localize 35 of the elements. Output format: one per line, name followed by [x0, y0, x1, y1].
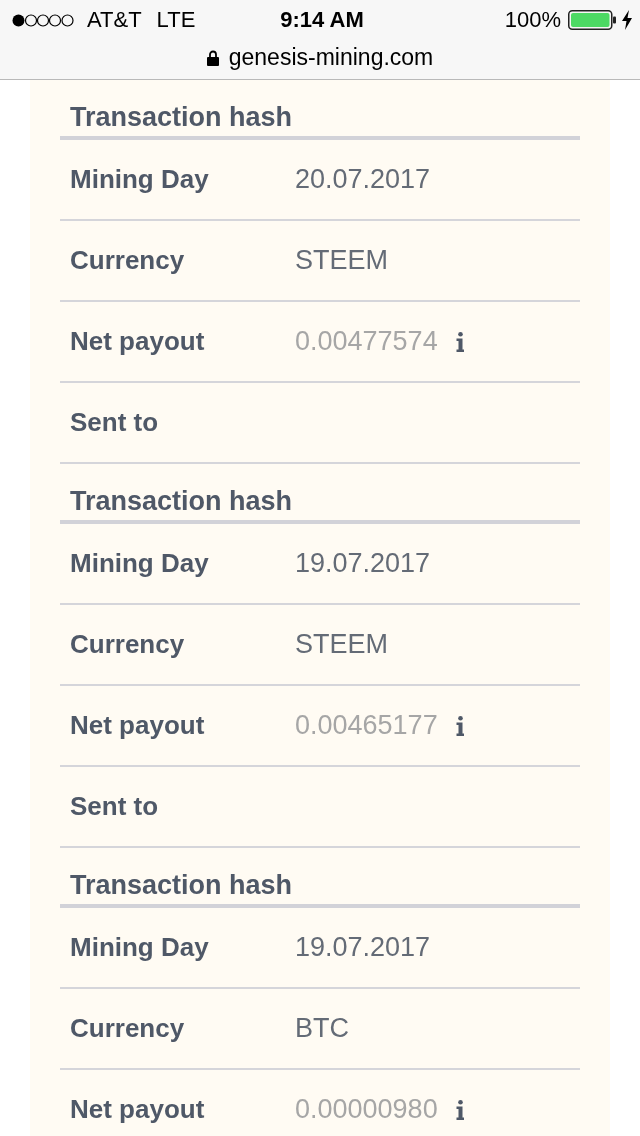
field-label: Mining Day: [70, 164, 210, 195]
field-label: Mining Day: [70, 548, 210, 579]
url-text[interactable]: genesis-mining.com: [228, 44, 434, 71]
signal-icon: [12, 13, 74, 27]
field-label: Currency: [70, 245, 186, 276]
field-label: Net payout: [70, 326, 206, 357]
info-icon[interactable]: [455, 1099, 464, 1120]
field-label: Currency: [70, 1013, 186, 1044]
network-type: LTE: [156, 7, 196, 33]
info-icon[interactable]: [455, 715, 464, 736]
section-heading: Transaction hash: [70, 485, 293, 518]
field-label: Sent to: [70, 791, 160, 822]
field-value: STEEM: [295, 245, 388, 276]
field-value: 0.00477574: [295, 326, 438, 357]
battery-icon: [568, 10, 616, 30]
field-value: STEEM: [295, 629, 388, 660]
lock-icon: [206, 49, 219, 66]
field-value: BTC: [295, 1013, 349, 1044]
field-value: 0.00000980: [295, 1094, 438, 1125]
field-label: Net payout: [70, 1094, 206, 1125]
section-heading: Transaction hash: [70, 101, 293, 134]
field-value: 19.07.2017: [295, 548, 431, 579]
field-label: Currency: [70, 629, 186, 660]
battery-percent: 100%: [504, 7, 561, 33]
field-value: 0.00465177: [295, 710, 438, 741]
field-label: Mining Day: [70, 932, 210, 963]
clock-time: 9:14 AM: [280, 7, 364, 33]
info-icon[interactable]: [455, 331, 464, 352]
field-value: 20.07.2017: [295, 164, 431, 195]
field-label: Sent to: [70, 407, 160, 438]
carrier-name: AT&T: [87, 7, 142, 33]
charging-bolt-icon: [622, 10, 632, 30]
field-value: 19.07.2017: [295, 932, 431, 963]
field-label: Net payout: [70, 710, 206, 741]
section-heading: Transaction hash: [70, 869, 293, 902]
